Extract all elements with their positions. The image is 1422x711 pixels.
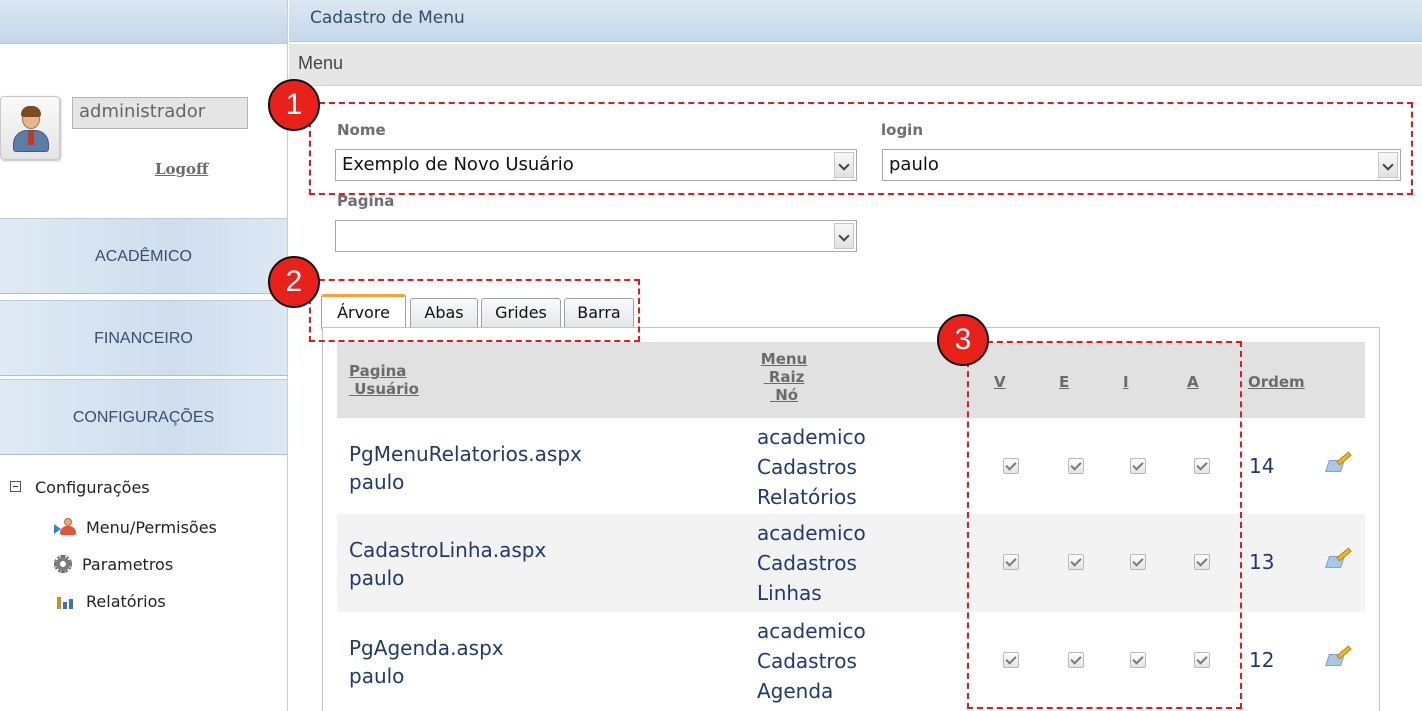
tree-root-label: Configurações [35,478,150,497]
cell-pagina-usuario[interactable]: CadastroLinha.aspx paulo [349,536,546,592]
cell-menu-raiz-no: academico Cadastros Linhas [757,521,866,605]
annotation-badge-2: 2 [268,256,320,308]
annotation-box-2 [309,279,640,342]
sidebar-header [0,0,287,44]
cell-menu-raiz-no: academico Cadastros Relatórios [757,425,866,509]
bar-chart-icon [54,592,76,610]
menu-button-academico[interactable]: ACADÊMICO [0,218,287,294]
annotation-box-3 [967,341,1242,709]
cell-ordem: 12 [1249,648,1275,672]
gear-icon [54,554,72,573]
cell-ordem: 14 [1249,454,1275,478]
cell-ordem: 13 [1249,550,1275,574]
sidebar: administrador Logoff ACADÊMICO FINANCEIR… [0,0,288,711]
menu-button-label: FINANCEIRO [94,330,193,347]
cell-menu-raiz-no: academico Cadastros Agenda [757,619,866,703]
edit-icon[interactable] [1325,547,1353,570]
edit-icon[interactable] [1325,451,1353,474]
annotation-badge-1: 1 [268,79,320,131]
chevron-down-icon[interactable] [834,223,854,249]
col-pagina[interactable]: Pagina Usuário [349,362,419,398]
user-avatar-icon [0,96,60,160]
section-title: Menu [298,53,344,73]
logoff-link[interactable]: Logoff [155,160,208,178]
annotation-box-1 [309,102,1413,195]
tree-item-menu-permissoes[interactable]: Menu/Permisões [54,517,217,538]
col-ordem[interactable]: Ordem [1248,373,1305,391]
menu-button-label: CONFIGURAÇÕES [72,409,215,426]
tree-item-label: Menu/Permisões [86,518,217,537]
annotation-badge-3: 3 [937,314,989,366]
edit-icon[interactable] [1325,645,1353,668]
cell-pagina-usuario[interactable]: PgMenuRelatorios.aspx paulo [349,440,582,496]
tree-item-label: Relatórios [86,592,166,611]
menu-button-configuracoes[interactable]: CONFIGURAÇÕES [0,379,287,455]
username-field: administrador [72,97,248,129]
collapse-icon[interactable] [10,481,21,492]
tree-item-relatorios[interactable]: Relatórios [54,592,166,612]
tree-item-parametros[interactable]: Parametros [54,554,174,575]
tree-root[interactable]: Configurações [10,478,150,497]
pagina-select[interactable] [335,220,857,252]
page-title: Cadastro de Menu [310,8,465,28]
tree-item-label: Parametros [82,555,174,574]
page-header: Cadastro de Menu [289,0,1422,42]
user-arrow-icon [54,517,76,536]
section-header: Menu [289,44,1422,86]
menu-button-label: ACADÊMICO [95,248,192,265]
col-menu[interactable]: Menu Raiz Nó [749,350,819,404]
menu-button-financeiro[interactable]: FINANCEIRO [0,300,287,376]
cell-pagina-usuario[interactable]: PgAgenda.aspx paulo [349,634,504,690]
